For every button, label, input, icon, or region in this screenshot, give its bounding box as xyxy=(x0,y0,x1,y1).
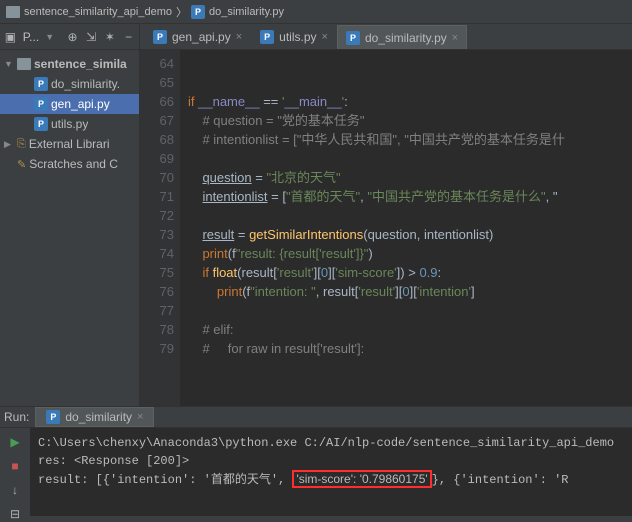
editor-tab[interactable]: P do_similarity.py × xyxy=(337,25,467,49)
up-button[interactable]: ⊟ xyxy=(7,506,23,522)
tree-label: External Librari xyxy=(29,137,110,151)
hide-icon[interactable]: − xyxy=(122,30,135,44)
breadcrumb-bar: sentence_similarity_api_demo 〉 P do_simi… xyxy=(0,0,632,24)
chevron-down-icon[interactable]: ▼ xyxy=(45,32,54,42)
python-file-icon: P xyxy=(346,31,360,45)
breadcrumb[interactable]: sentence_similarity_api_demo 〉 P do_simi… xyxy=(6,4,284,20)
breadcrumb-project: sentence_similarity_api_demo xyxy=(24,6,172,18)
python-file-icon: P xyxy=(260,30,274,44)
tree-label: sentence_simila xyxy=(34,57,127,71)
close-icon[interactable]: × xyxy=(452,32,458,44)
project-view-icon[interactable]: ▣ xyxy=(4,30,17,44)
project-tree: ▼ sentence_simila P do_similarity. P gen… xyxy=(0,50,139,178)
run-tab-label: do_similarity xyxy=(65,410,132,424)
gear-icon[interactable]: ✶ xyxy=(104,30,117,44)
run-label: Run: xyxy=(4,410,29,424)
project-sidebar: ▣ P... ▼ ⊕ ⇲ ✶ − ▼ sentence_simila P do_… xyxy=(0,24,140,406)
python-file-icon: P xyxy=(46,410,60,424)
python-file-icon: P xyxy=(191,5,205,19)
chevron-right-icon: ▶ xyxy=(4,139,14,150)
main-area: ▣ P... ▼ ⊕ ⇲ ✶ − ▼ sentence_simila P do_… xyxy=(0,24,632,406)
tab-label: utils.py xyxy=(279,30,316,44)
run-panel: Run: P do_similarity × ▶ ■ ↓ ⊟ C:\Users\… xyxy=(0,406,632,516)
run-button[interactable]: ▶ xyxy=(7,434,23,450)
editor-tab[interactable]: P utils.py × xyxy=(251,25,337,49)
collapse-icon[interactable]: ⇲ xyxy=(85,30,98,44)
close-icon[interactable]: × xyxy=(137,411,143,423)
scratch-icon: ✎ xyxy=(17,158,26,171)
target-icon[interactable]: ⊕ xyxy=(66,30,79,44)
tree-label: do_similarity. xyxy=(51,77,120,91)
run-tabbar: Run: P do_similarity × xyxy=(0,407,632,428)
tab-label: do_similarity.py xyxy=(365,31,447,45)
tree-file[interactable]: P gen_api.py xyxy=(0,94,139,114)
run-tab[interactable]: P do_similarity × xyxy=(35,407,154,427)
library-icon: ⎘ xyxy=(17,138,26,151)
tree-scratches[interactable]: ✎ Scratches and C xyxy=(0,154,139,174)
sidebar-header: ▣ P... ▼ ⊕ ⇲ ✶ − xyxy=(0,24,139,50)
tree-external-libs[interactable]: ▶ ⎘ External Librari xyxy=(0,134,139,154)
tree-file[interactable]: P utils.py xyxy=(0,114,139,134)
code-content[interactable]: if __name__ == '__main__': # question = … xyxy=(180,50,632,406)
close-icon[interactable]: × xyxy=(236,31,242,43)
chevron-down-icon: ▼ xyxy=(4,59,14,69)
tab-label: gen_api.py xyxy=(172,30,231,44)
tree-label: gen_api.py xyxy=(51,97,110,111)
tree-project-root[interactable]: ▼ sentence_simila xyxy=(0,54,139,74)
folder-icon xyxy=(17,58,31,70)
stop-button[interactable]: ■ xyxy=(7,458,23,474)
editor-area: P gen_api.py × P utils.py × P do_similar… xyxy=(140,24,632,406)
folder-icon xyxy=(6,6,20,18)
rerun-button[interactable]: ↓ xyxy=(7,482,23,498)
python-file-icon: P xyxy=(153,30,167,44)
python-file-icon: P xyxy=(34,117,48,131)
editor-tabbar: P gen_api.py × P utils.py × P do_similar… xyxy=(140,24,632,50)
tree-label: utils.py xyxy=(51,117,88,131)
editor-tab[interactable]: P gen_api.py × xyxy=(144,25,251,49)
sidebar-title: P... xyxy=(23,30,39,44)
chevron-right-icon: 〉 xyxy=(176,4,187,20)
breadcrumb-file: do_similarity.py xyxy=(209,6,284,18)
code-editor[interactable]: 64656667686970717273747576777879 if __na… xyxy=(140,50,632,406)
line-gutter: 64656667686970717273747576777879 xyxy=(140,50,180,406)
python-file-icon: P xyxy=(34,97,48,111)
tree-label: Scratches and C xyxy=(29,157,118,171)
run-output[interactable]: C:\Users\chenxy\Anaconda3\python.exe C:/… xyxy=(30,428,632,522)
tree-file[interactable]: P do_similarity. xyxy=(0,74,139,94)
close-icon[interactable]: × xyxy=(322,31,328,43)
python-file-icon: P xyxy=(34,77,48,91)
run-toolbar: ▶ ■ ↓ ⊟ xyxy=(0,428,30,522)
